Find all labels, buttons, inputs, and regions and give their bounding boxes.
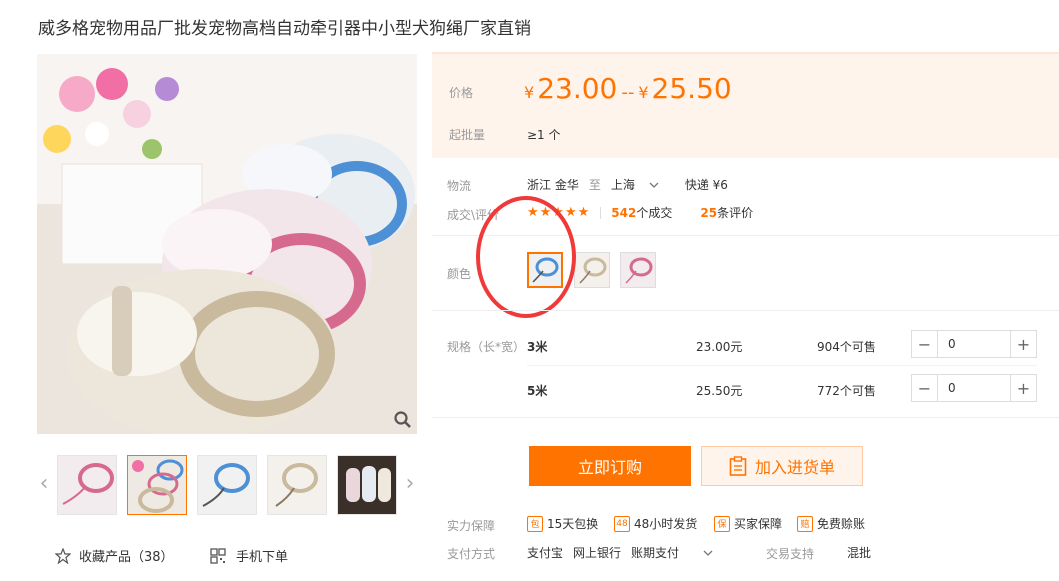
thumbnail-4[interactable] [267, 455, 327, 515]
currency-symbol: ¥ [638, 83, 649, 102]
buyer-protection-icon: 保 [714, 515, 730, 532]
ship-to-select[interactable]: 上海 [611, 176, 659, 193]
moq-label: 起批量 [449, 128, 486, 142]
guarantee-item[interactable]: 48 48小时发货 [614, 515, 697, 532]
thumbnail-2[interactable] [127, 455, 187, 515]
quantity-stepper[interactable]: − + [911, 330, 1037, 358]
thumbnail-3[interactable] [197, 455, 257, 515]
exchange-icon: 包 [527, 515, 543, 532]
logistics-info: 浙江 金华 至 上海 快递 ¥6 [527, 176, 728, 193]
price-range: ¥ 23.00 -- ¥ 25.50 [524, 72, 732, 105]
clipboard-icon [729, 456, 747, 476]
review-count: 25 [700, 206, 718, 220]
guarantee-item[interactable]: 保 买家保障 [714, 515, 782, 532]
ship-from: 浙江 金华 [527, 178, 579, 192]
guarantee-item[interactable]: 包 15天包换 [527, 515, 598, 532]
price-high: 25.50 [651, 72, 732, 105]
favorite-label: 收藏产品（38） [79, 550, 174, 565]
spec-row-name: 3米 [527, 340, 548, 354]
spec-row-price: 23.00元 [696, 340, 743, 354]
guarantee-text: 买家保障 [734, 517, 783, 531]
divider [432, 417, 1059, 418]
quantity-input[interactable] [938, 331, 1010, 357]
zoom-icon[interactable] [393, 410, 413, 430]
quantity-stepper[interactable]: − + [911, 374, 1037, 402]
star-outline-icon [55, 547, 71, 564]
shipping-48h-icon: 48 [614, 515, 630, 532]
payment-method: 网上银行 [573, 546, 622, 560]
chevron-down-icon[interactable] [703, 550, 713, 556]
thumbnail-1[interactable] [57, 455, 117, 515]
thumbnail-next-arrow-icon[interactable]: › [402, 470, 418, 498]
divider [432, 310, 1059, 311]
minus-icon[interactable]: − [912, 331, 938, 357]
plus-icon[interactable]: + [1010, 375, 1036, 401]
spec-row-stock: 904个可售 [817, 340, 876, 354]
add-to-cart-button[interactable]: 加入进货单 [701, 446, 863, 486]
price-low: 23.00 [537, 72, 618, 105]
shipping-fee: 快递 ¥6 [684, 178, 728, 192]
price-label: 价格 [449, 86, 474, 100]
chevron-down-icon [649, 182, 659, 188]
color-swatch-beige[interactable] [574, 252, 610, 288]
spec-row-name: 5米 [527, 384, 548, 398]
color-label: 颜色 [447, 267, 472, 281]
minus-icon[interactable]: − [912, 375, 938, 401]
divider [527, 365, 1037, 366]
main-product-image[interactable] [37, 54, 417, 434]
guarantee-text: 免费赊账 [817, 517, 866, 531]
ship-to-city: 上海 [610, 178, 635, 192]
buy-now-button[interactable]: 立即订购 [529, 446, 691, 486]
product-photo [37, 54, 417, 434]
qr-code-icon [210, 547, 226, 564]
spec-row-stock: 772个可售 [817, 384, 876, 398]
spec-row-price: 25.50元 [696, 384, 743, 398]
thumbnail-prev-arrow-icon[interactable]: ‹ [36, 470, 52, 498]
guarantee-label: 实力保障 [447, 519, 496, 533]
thumbnail-5[interactable] [337, 455, 397, 515]
review-suffix: 条评价 [717, 206, 754, 220]
sold-count-link[interactable]: 542个成交 [611, 204, 672, 221]
payment-method: 账期支付 [631, 546, 680, 560]
trade-support-label: 交易支持 [766, 547, 815, 561]
payment-method: 支付宝 [527, 546, 564, 560]
add-to-cart-label: 加入进货单 [754, 458, 835, 477]
favorite-product-button[interactable]: 收藏产品（38） [55, 546, 174, 565]
trade-support-value: 混批 [847, 546, 872, 560]
sold-suffix: 个成交 [636, 206, 673, 220]
credit-icon: 赔 [797, 515, 813, 532]
payment-methods: 支付宝 网上银行 账期支付 [527, 544, 713, 561]
spec-label: 规格（长*宽） [447, 340, 526, 354]
sold-count: 542 [611, 206, 637, 220]
moq-value: ≥1 个 [527, 128, 561, 142]
annotation-circle [476, 196, 576, 318]
ship-to-word: 至 [588, 178, 601, 192]
color-swatch-pink[interactable] [620, 252, 656, 288]
logistics-label: 物流 [447, 179, 472, 193]
price-separator: -- [621, 82, 635, 103]
guarantee-text: 15天包换 [547, 517, 599, 531]
payment-label: 支付方式 [447, 547, 496, 561]
product-title: 威多格宠物用品厂批发宠物高档自动牵引器中小型犬狗绳厂家直销 [38, 19, 531, 39]
currency-symbol: ¥ [524, 83, 535, 102]
review-count-link[interactable]: 25条评价 [700, 204, 753, 221]
plus-icon[interactable]: + [1010, 331, 1036, 357]
guarantee-text: 48小时发货 [634, 517, 698, 531]
mobile-order-button[interactable]: 手机下单 [210, 546, 288, 565]
mobile-order-label: 手机下单 [236, 550, 289, 565]
quantity-input[interactable] [938, 375, 1010, 401]
divider [600, 206, 602, 219]
guarantee-item[interactable]: 赔 免费赊账 [797, 515, 865, 532]
